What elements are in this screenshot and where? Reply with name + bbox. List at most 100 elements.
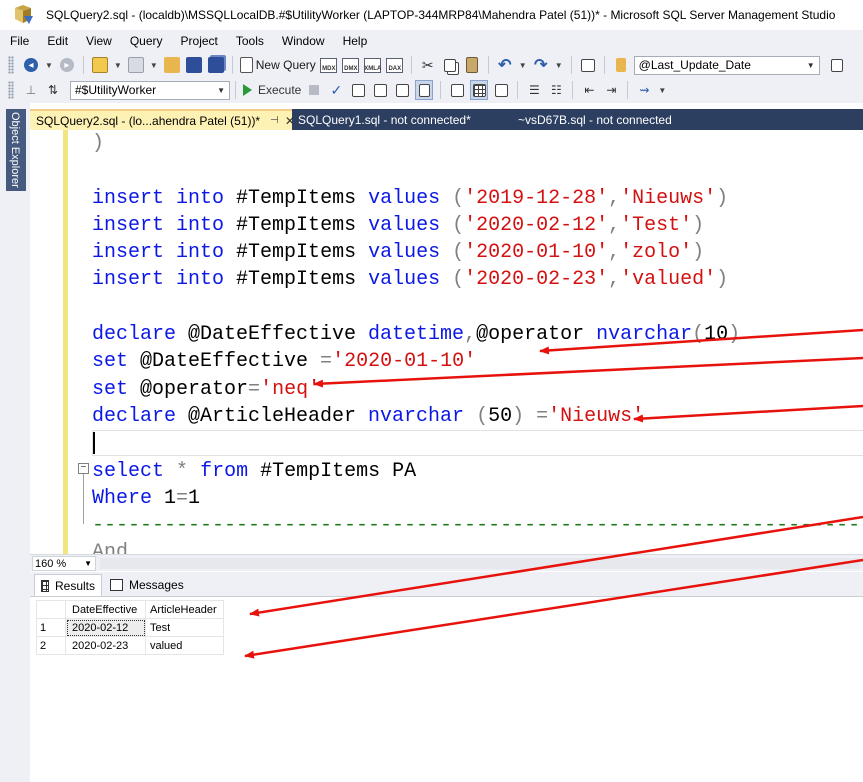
save-button[interactable]	[185, 55, 203, 75]
cancel-query-button[interactable]	[305, 80, 323, 100]
table-cell[interactable]: valued	[145, 636, 224, 655]
results-to-text-button[interactable]	[448, 80, 466, 100]
row-number[interactable]: 1	[36, 618, 66, 637]
code-line[interactable]: declare @ArticleHeader nvarchar (50) ='N…	[92, 403, 863, 430]
menu-window[interactable]: Window	[273, 34, 334, 48]
menu-query[interactable]: Query	[121, 34, 172, 48]
code-line[interactable]: ----------------------------------------…	[92, 512, 863, 539]
column-header[interactable]: DateEffective	[65, 600, 146, 619]
row-number[interactable]: 2	[36, 636, 66, 655]
dmx-query-button[interactable]: DMX	[342, 55, 360, 75]
results-to-file-button[interactable]	[492, 80, 510, 100]
specify-template-values-button[interactable]: ⇝	[635, 80, 653, 100]
horizontal-scrollbar[interactable]	[100, 558, 860, 569]
table-cell[interactable]: Test	[145, 618, 224, 637]
code-line[interactable]: insert into #TempItems values ('2020-02-…	[92, 266, 863, 293]
tab-vsd67b[interactable]: ~vsD67B.sql - not connected	[508, 109, 678, 130]
pin-icon[interactable]: ⊣	[270, 115, 279, 126]
toolbar-grip[interactable]	[8, 56, 14, 74]
find-combo[interactable]: @Last_Update_Date ▼	[633, 55, 820, 75]
query-options-button[interactable]	[371, 80, 389, 100]
zoom-dropdown-icon[interactable]: ▼	[84, 559, 92, 568]
column-header[interactable]: ArticleHeader	[145, 600, 224, 619]
code-token: 'Nieuws'	[548, 404, 645, 428]
code-line[interactable]: set @operator='neq'	[92, 376, 863, 403]
code-line[interactable]: Where 1=1	[92, 485, 863, 512]
code-line[interactable]	[92, 430, 863, 457]
menu-view[interactable]: View	[77, 34, 121, 48]
change-connection-button[interactable]: ⇅	[44, 80, 62, 100]
paste-button[interactable]	[463, 55, 481, 75]
back-dropdown-icon[interactable]: ▼	[45, 61, 53, 70]
database-combo-dropdown-icon[interactable]: ▼	[217, 86, 225, 95]
toolbar-options-dropdown-icon[interactable]: ▼	[658, 86, 666, 95]
results-to-grid-button[interactable]	[470, 80, 489, 100]
estimated-plan-button[interactable]	[349, 80, 367, 100]
xmla-icon: XMLA	[364, 57, 382, 73]
tab-messages[interactable]: Messages	[104, 574, 190, 596]
toolbar-grip[interactable]	[8, 81, 14, 99]
code-line[interactable]: select * from #TempItems PA	[92, 458, 863, 485]
back-button[interactable]: ◂	[22, 55, 40, 75]
undo-button[interactable]: ↶	[496, 55, 514, 75]
code-line[interactable]	[92, 294, 863, 321]
intellisense-button[interactable]	[393, 80, 411, 100]
connect-button[interactable]: ⊥	[22, 80, 40, 100]
code-line[interactable]: declare @DateEffective datetime,@operato…	[92, 321, 863, 348]
zoom-combo[interactable]: 160 % ▼	[32, 556, 96, 571]
new-query-button[interactable]: New Query	[239, 55, 316, 75]
table-cell[interactable]: 2020-02-12	[65, 618, 146, 637]
comment-button[interactable]: ☰	[525, 80, 543, 100]
actual-plan-button[interactable]	[415, 80, 434, 100]
menu-help[interactable]: Help	[334, 34, 377, 48]
add-item-button[interactable]	[127, 55, 145, 75]
object-explorer-tab[interactable]: Object Explorer	[6, 109, 26, 191]
query-editor[interactable]: − ) insert into #TempItems values ('2019…	[30, 130, 863, 554]
find-combo-dropdown-icon[interactable]: ▼	[807, 61, 815, 70]
xmla-query-button[interactable]: XMLA	[364, 55, 382, 75]
tab-sqlquery2[interactable]: SQLQuery2.sql - (lo...ahendra Patel (51)…	[30, 109, 295, 130]
redo-dropdown-icon[interactable]: ▼	[555, 61, 563, 70]
increase-indent-button[interactable]: ⇥	[602, 80, 620, 100]
toolbar-overflow-button[interactable]	[828, 55, 846, 75]
menu-file[interactable]: File	[0, 34, 38, 48]
find-in-files-button[interactable]	[612, 55, 630, 75]
copy-button[interactable]	[441, 55, 459, 75]
uncomment-button[interactable]: ☷	[547, 80, 565, 100]
save-all-button[interactable]	[207, 55, 225, 75]
code-line[interactable]: insert into #TempItems values ('2019-12-…	[92, 185, 863, 212]
collapse-region-icon[interactable]: −	[78, 463, 89, 474]
table-row[interactable]: 1 2020-02-12 Test	[36, 618, 224, 637]
menu-project[interactable]: Project	[172, 34, 227, 48]
code-line[interactable]: )	[92, 130, 863, 157]
menu-edit[interactable]: Edit	[38, 34, 77, 48]
dax-query-button[interactable]: DAX	[386, 55, 404, 75]
undo-dropdown-icon[interactable]: ▼	[519, 61, 527, 70]
code-line[interactable]: And	[92, 539, 863, 554]
table-row[interactable]: 2 2020-02-23 valued	[36, 636, 224, 655]
row-number-header[interactable]	[36, 600, 66, 619]
code-line[interactable]	[92, 157, 863, 184]
code-line[interactable]: insert into #TempItems values ('2020-01-…	[92, 239, 863, 266]
menu-tools[interactable]: Tools	[227, 34, 273, 48]
decrease-indent-button[interactable]: ⇤	[580, 80, 598, 100]
redo-button[interactable]: ↷	[532, 55, 550, 75]
sql-code[interactable]: ) insert into #TempItems values ('2019-1…	[92, 130, 863, 554]
results-grid[interactable]: DateEffective ArticleHeader 1 2020-02-12…	[36, 600, 224, 655]
table-cell[interactable]: 2020-02-23	[65, 636, 146, 655]
cut-button[interactable]: ✂	[419, 55, 437, 75]
tab-sqlquery1[interactable]: SQLQuery1.sql - not connected*	[292, 109, 508, 130]
execute-button[interactable]: Execute	[243, 80, 301, 100]
available-databases-combo[interactable]: #$UtilityWorker ▼	[70, 80, 230, 100]
open-file-button[interactable]	[163, 55, 181, 75]
mdx-query-button[interactable]: MDX	[320, 55, 338, 75]
code-line[interactable]: set @DateEffective ='2020-01-10'	[92, 348, 863, 375]
code-line[interactable]: insert into #TempItems values ('2020-02-…	[92, 212, 863, 239]
parse-button[interactable]: ✓	[327, 80, 345, 100]
forward-button[interactable]: ▸	[58, 55, 76, 75]
tab-results[interactable]: Results	[34, 574, 102, 596]
activity-monitor-button[interactable]	[579, 55, 597, 75]
add-item-dropdown-icon[interactable]: ▼	[150, 61, 158, 70]
new-project-button[interactable]	[91, 55, 109, 75]
new-project-dropdown-icon[interactable]: ▼	[114, 61, 122, 70]
